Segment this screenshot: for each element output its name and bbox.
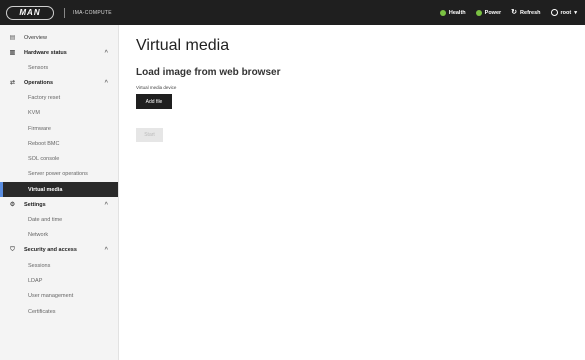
sidebar-item-kvm[interactable]: KVM <box>0 106 118 121</box>
user-label: root <box>560 9 572 16</box>
sidebar-item-label: Hardware status <box>24 49 67 56</box>
sidebar-item-label: Overview <box>24 34 47 41</box>
start-button[interactable]: Start <box>136 128 163 142</box>
header-actions: Health Power ↻ Refresh root ▾ <box>439 9 577 16</box>
main-content: Virtual media Load image from web browse… <box>120 25 585 360</box>
grid-icon: ▤ <box>9 35 16 41</box>
chevron-up-icon: ^ <box>104 49 108 56</box>
health-status-icon <box>439 9 446 16</box>
sidebar-item-user-management[interactable]: User management <box>0 289 118 304</box>
refresh-label: Refresh <box>520 9 541 16</box>
sidebar-item-certificates[interactable]: Certificates <box>0 304 118 319</box>
section-title: Load image from web browser <box>136 67 281 78</box>
sidebar-item-ldap[interactable]: LDAP <box>0 273 118 288</box>
sidebar-item-factory-reset[interactable]: Factory reset <box>0 90 118 105</box>
gear-icon: ⚙ <box>9 202 16 209</box>
sidebar-item-label: Security and access <box>24 247 77 254</box>
sidebar-item-hardware-status[interactable]: ▥ Hardware status ^ <box>0 45 118 60</box>
refresh-icon: ↻ <box>511 9 518 16</box>
top-bar: MAN IMA-COMPUTE Health Power ↻ Refresh r… <box>0 0 585 25</box>
sidebar-item-settings[interactable]: ⚙ Settings ^ <box>0 197 118 212</box>
shield-icon: ⛉ <box>10 246 15 253</box>
health-status[interactable]: Health <box>439 9 466 16</box>
power-status-icon <box>475 9 482 16</box>
sidebar-item-sol-console[interactable]: SOL console <box>0 151 118 166</box>
user-menu[interactable]: root ▾ <box>550 9 577 16</box>
chevron-up-icon: ^ <box>104 79 108 86</box>
chevron-down-icon: ▾ <box>574 9 577 16</box>
header-divider <box>64 7 65 18</box>
sidebar-item-reboot-bmc[interactable]: Reboot BMC <box>0 136 118 151</box>
sidebar-item-network[interactable]: Network <box>0 228 118 243</box>
sidebar-item-operations[interactable]: ⇄ Operations ^ <box>0 75 118 90</box>
refresh-button[interactable]: ↻ Refresh <box>511 9 540 16</box>
sidebar: ▤ Overview ▥ Hardware status ^ Sensors ⇄… <box>0 25 119 360</box>
server-icon: ▥ <box>9 50 16 56</box>
page-title: Virtual media <box>136 37 230 54</box>
power-label: Power <box>484 9 502 16</box>
arrows-icon: ⇄ <box>9 80 16 87</box>
sidebar-item-sessions[interactable]: Sessions <box>0 258 118 273</box>
brand-logo[interactable]: MAN <box>6 5 54 20</box>
sidebar-item-sensors[interactable]: Sensors <box>0 60 118 75</box>
server-hostname: IMA-COMPUTE <box>73 9 112 16</box>
sidebar-item-date-and-time[interactable]: Date and time <box>0 212 118 227</box>
chevron-up-icon: ^ <box>104 201 108 208</box>
virtual-media-device-label: Virtual media device <box>136 85 177 90</box>
sidebar-item-security-and-access[interactable]: ⛉ Security and access ^ <box>0 243 118 258</box>
add-file-button[interactable]: Add file <box>136 94 172 109</box>
chevron-up-icon: ^ <box>104 247 108 254</box>
sidebar-item-server-power-operations[interactable]: Server power operations <box>0 167 118 182</box>
sidebar-item-label: Settings <box>24 201 46 208</box>
user-icon <box>550 9 558 16</box>
power-status[interactable]: Power <box>475 9 502 16</box>
sidebar-item-overview[interactable]: ▤ Overview <box>0 30 118 45</box>
health-label: Health <box>448 9 466 16</box>
sidebar-item-firmware[interactable]: Firmware <box>0 121 118 136</box>
sidebar-item-virtual-media[interactable]: Virtual media <box>0 182 118 198</box>
sidebar-item-label: Operations <box>24 79 54 86</box>
